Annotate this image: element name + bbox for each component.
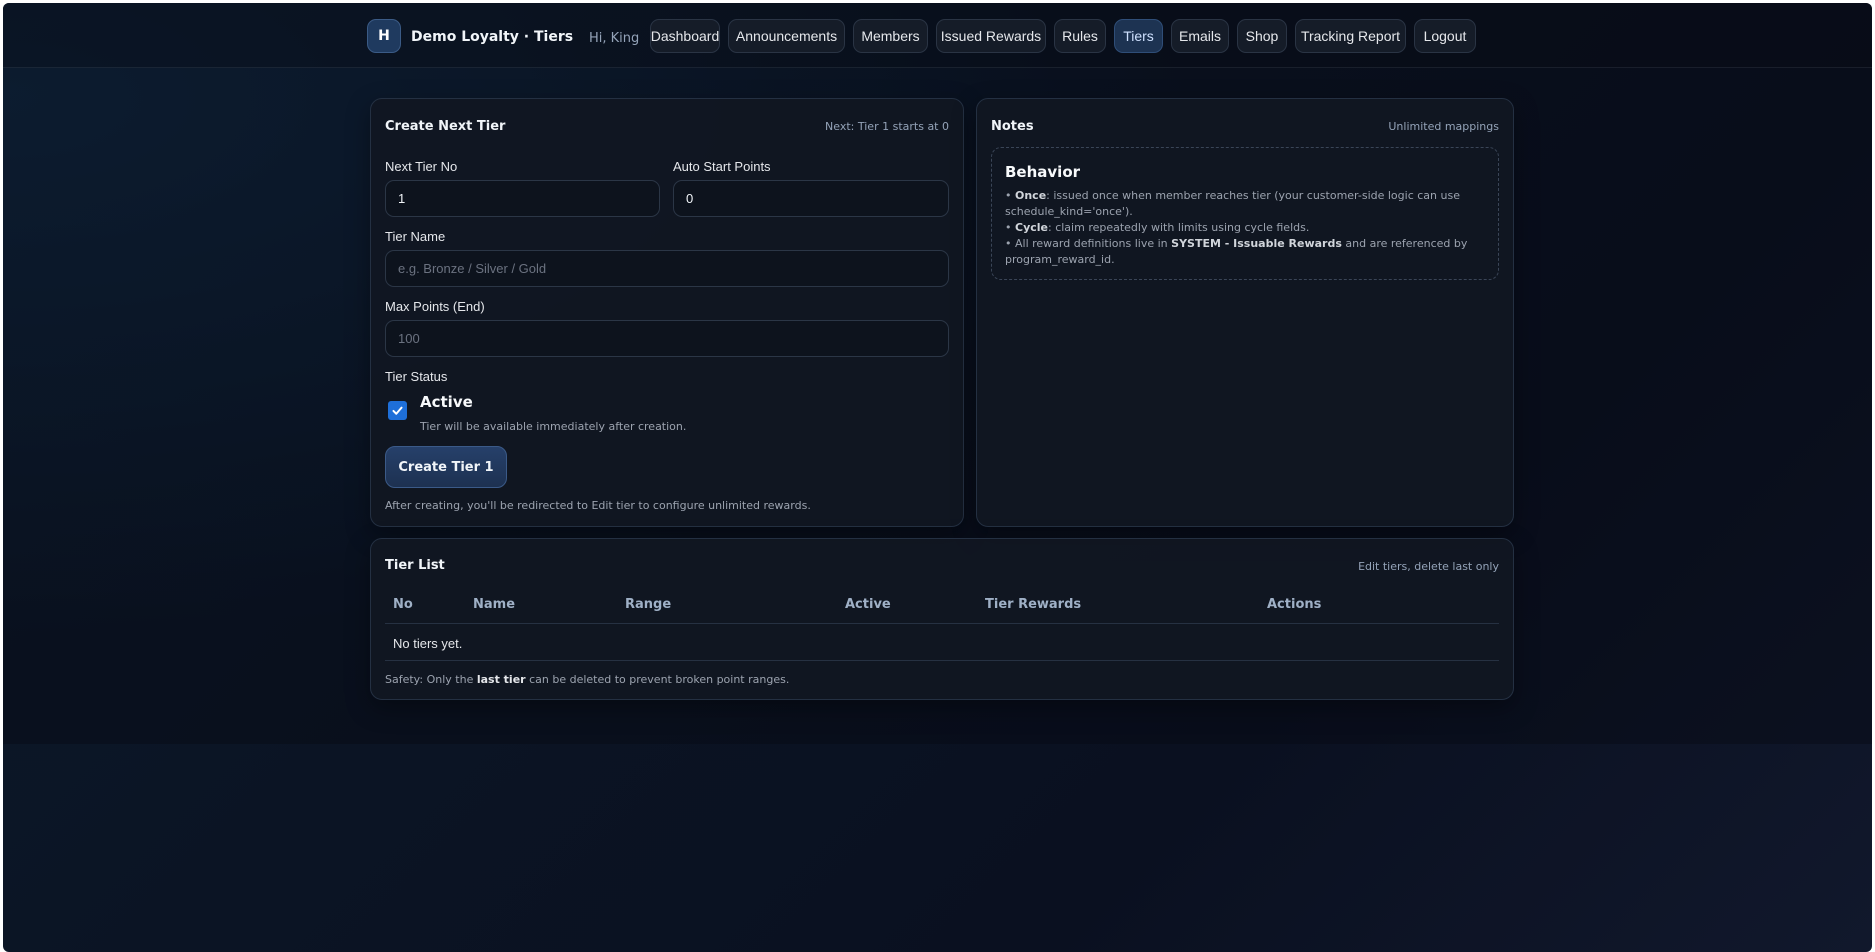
nav-tracking-report[interactable]: Tracking Report: [1295, 19, 1406, 53]
table-row-divider: [385, 660, 1499, 661]
nav-tiers[interactable]: Tiers: [1114, 19, 1163, 53]
auto-start-points-label: Auto Start Points: [673, 159, 771, 174]
tier-list-title: Tier List: [385, 558, 445, 573]
max-points-input[interactable]: [385, 320, 949, 357]
nav-rules[interactable]: Rules: [1054, 19, 1106, 53]
active-help-text: Tier will be available immediately after…: [420, 420, 687, 433]
active-label: Active: [420, 393, 473, 411]
auto-start-points-input[interactable]: [673, 180, 949, 217]
tier-name-input[interactable]: [385, 250, 949, 287]
next-tier-info: Next: Tier 1 starts at 0: [825, 120, 949, 133]
app-viewport: H Demo Loyalty · Tiers Hi, King Dashboar…: [3, 3, 1872, 952]
table-empty-state: No tiers yet.: [393, 636, 463, 651]
nav-shop[interactable]: Shop: [1237, 19, 1287, 53]
next-tier-no-label: Next Tier No: [385, 159, 458, 174]
create-tier-button[interactable]: Create Tier 1: [385, 446, 507, 488]
brand-title: Demo Loyalty · Tiers: [411, 29, 574, 45]
tier-name-label: Tier Name: [385, 229, 446, 244]
brand-logo: H: [367, 19, 401, 53]
user-greeting: Hi, King: [589, 31, 640, 46]
column-header-name: Name: [473, 597, 516, 612]
behavior-definitions: • All reward definitions live in SYSTEM …: [1005, 237, 1468, 266]
max-points-label: Max Points (End): [385, 299, 485, 314]
column-header-actions: Actions: [1267, 597, 1322, 612]
column-header-no: No: [393, 597, 413, 612]
behavior-once: • Once: issued once when member reaches …: [1005, 189, 1460, 218]
create-hint: After creating, you'll be redirected to …: [385, 499, 811, 512]
next-tier-no-input[interactable]: [385, 180, 660, 217]
check-icon: [392, 406, 403, 415]
behavior-text: • Once: issued once when member reaches …: [1005, 188, 1485, 268]
behavior-box: Behavior • Once: issued once when member…: [991, 147, 1499, 280]
nav-emails[interactable]: Emails: [1171, 19, 1229, 53]
nav-announcements[interactable]: Announcements: [728, 19, 845, 53]
nav-logout[interactable]: Logout: [1414, 19, 1476, 53]
safety-note: Safety: Only the last tier can be delete…: [385, 673, 790, 686]
notes-title: Notes: [991, 119, 1034, 134]
column-header-active: Active: [845, 597, 891, 612]
nav-dashboard[interactable]: Dashboard: [650, 19, 720, 53]
notes-meta: Unlimited mappings: [1388, 120, 1499, 133]
behavior-title: Behavior: [1005, 163, 1081, 181]
column-header-tier-rewards: Tier Rewards: [985, 597, 1082, 612]
column-header-range: Range: [625, 597, 672, 612]
table-header-divider: [385, 623, 1499, 624]
nav-members[interactable]: Members: [853, 19, 928, 53]
nav-issued-rewards[interactable]: Issued Rewards: [936, 19, 1046, 53]
behavior-cycle: • Cycle: claim repeatedly with limits us…: [1005, 221, 1310, 234]
create-tier-title: Create Next Tier: [385, 119, 506, 134]
tier-status-label: Tier Status: [385, 369, 448, 384]
top-navigation-bar: H Demo Loyalty · Tiers Hi, King Dashboar…: [3, 3, 1872, 68]
tier-list-meta: Edit tiers, delete last only: [1358, 560, 1499, 573]
active-checkbox[interactable]: [388, 401, 407, 420]
